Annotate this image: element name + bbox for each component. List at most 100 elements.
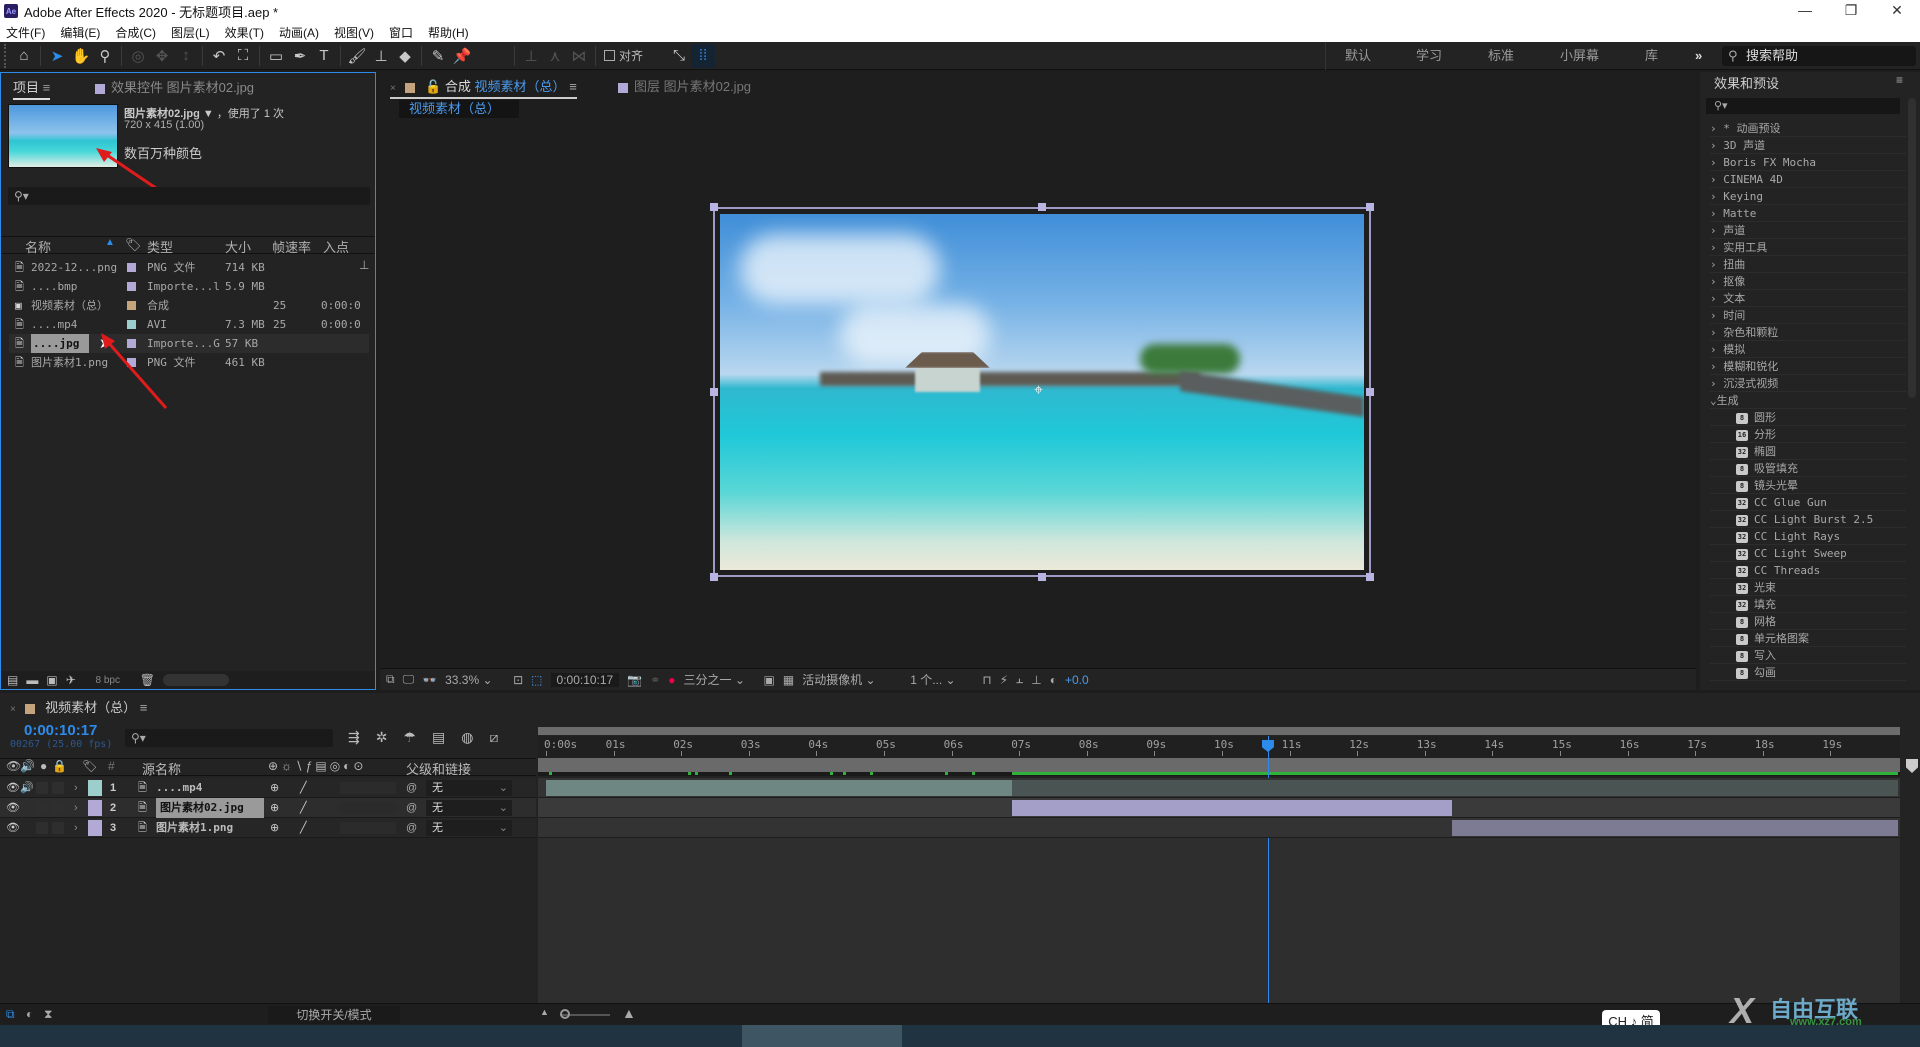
workspace-default[interactable]: 默认 <box>1345 42 1371 70</box>
label-column-icon[interactable]: 🏷 <box>125 237 142 253</box>
effect-item[interactable]: 8 网格 <box>1710 613 1906 630</box>
effects-category-expanded[interactable]: ⌄生成 <box>1710 392 1906 409</box>
label-swatch[interactable] <box>127 301 136 310</box>
tab-layer[interactable]: 图层 图片素材02.jpg <box>618 76 751 95</box>
effect-item[interactable]: 16 分形 <box>1710 426 1906 443</box>
channel-icon[interactable]: ● <box>668 673 675 687</box>
minimize-icon[interactable]: — <box>1782 0 1828 22</box>
hand-tool-icon[interactable]: ✋ <box>69 44 93 68</box>
layer-switches[interactable] <box>340 822 396 834</box>
effects-category[interactable]: › 实用工具 <box>1710 239 1906 256</box>
video-toggle-icon[interactable]: 👁 <box>6 759 21 773</box>
panel-menu-icon[interactable]: ≡ <box>43 80 51 95</box>
layer-label-swatch[interactable] <box>88 820 102 836</box>
work-area-bar[interactable] <box>538 758 1900 772</box>
layer-switches-toggle-icon[interactable]: ⧉ <box>6 1007 15 1022</box>
views-dropdown[interactable]: 1 个... ⌄ <box>910 671 974 688</box>
menu-view[interactable]: 视图(V) <box>334 24 374 41</box>
work-area-navigator[interactable] <box>538 727 1900 735</box>
parent-dropdown[interactable]: 无 ⌄ <box>426 780 512 796</box>
effect-item[interactable]: 8 圆形 <box>1710 409 1906 426</box>
effect-item[interactable]: 8 写入 <box>1710 647 1906 664</box>
taskbar-item[interactable] <box>742 1025 902 1047</box>
shy-layers-icon[interactable]: ☂ <box>403 729 416 746</box>
view-axis-icon[interactable]: ⋈ <box>567 44 591 68</box>
layer-label-swatch[interactable] <box>88 780 102 796</box>
fast-preview-icon[interactable]: ▣ <box>764 673 775 687</box>
layer-name[interactable]: 图片素材02.jpg <box>156 798 264 818</box>
effect-item[interactable]: 32 填充 <box>1710 596 1906 613</box>
effect-item[interactable]: 32 CC Threads <box>1710 562 1906 579</box>
draft-3d-icon[interactable]: ✲ <box>376 729 388 746</box>
transform-handle[interactable] <box>1366 388 1374 396</box>
shy-switch-icon[interactable]: ⊕ <box>270 778 279 798</box>
dolly-camera-icon[interactable]: ↕ <box>174 44 198 68</box>
project-item[interactable]: ▣ 视频素材（总） 合成 25 0:00:0 <box>9 296 369 315</box>
project-item[interactable]: 🗎 ....bmp Importe...l 5.9 MB <box>9 277 369 296</box>
menu-layer[interactable]: 图层(L) <box>171 24 210 41</box>
exposure-value[interactable]: +0.0 <box>1065 673 1089 687</box>
layer-switches[interactable] <box>340 802 396 814</box>
sort-ascending-icon[interactable]: ▲ <box>105 237 115 248</box>
tab-project[interactable]: 项目 ≡ <box>13 77 51 100</box>
rotate-tool-icon[interactable]: ↶ <box>207 44 231 68</box>
transform-handle[interactable] <box>1366 203 1374 211</box>
panel-menu-icon[interactable]: ≡ <box>569 79 577 94</box>
flowchart-icon[interactable]: ⊥ <box>1031 673 1041 687</box>
motion-blur-icon[interactable]: ◍ <box>461 729 473 746</box>
effect-item[interactable]: 8 单元格图案 <box>1710 630 1906 647</box>
effect-item[interactable]: 32 光束 <box>1710 579 1906 596</box>
zoom-out-icon[interactable]: ▲ <box>540 1007 549 1017</box>
project-item[interactable]: 🗎 ....jpg Importe...G 57 KB <box>9 334 369 353</box>
toggle-pixel-aspect-icon[interactable]: ⊓ <box>982 673 991 687</box>
delete-icon[interactable]: 🗑 <box>140 673 155 687</box>
workspace-standard[interactable]: 标准 <box>1488 42 1514 70</box>
interpret-footage-icon[interactable]: ▤ <box>7 673 18 687</box>
zoom-slider-thumb[interactable] <box>560 1009 570 1019</box>
zoom-dropdown[interactable]: 33.3% ⌄ <box>445 673 505 687</box>
col-type[interactable]: 类型 <box>147 237 173 256</box>
effect-item[interactable]: 32 CC Light Rays <box>1710 528 1906 545</box>
effect-item[interactable]: 8 吸管填充 <box>1710 460 1906 477</box>
effect-item[interactable]: 32 CC Glue Gun <box>1710 494 1906 511</box>
zoom-in-icon[interactable]: ▲ <box>622 1005 636 1021</box>
anchor-point-tool-icon[interactable]: ⛶ <box>231 44 255 68</box>
pan-camera-icon[interactable]: ✥ <box>150 44 174 68</box>
panel-menu-icon[interactable]: ≡ <box>1896 73 1903 87</box>
layer-row[interactable]: 👁 › 2 🗎 图片素材02.jpg ⊕ ╱ @ 无 ⌄ <box>0 798 536 818</box>
clone-stamp-tool-icon[interactable]: ⊥ <box>369 44 393 68</box>
expand-chevron-icon[interactable]: › <box>74 818 78 838</box>
solo-toggle[interactable] <box>36 802 48 814</box>
eraser-tool-icon[interactable]: ◆ <box>393 44 417 68</box>
workspace-small-screen[interactable]: 小屏幕 <box>1560 42 1599 70</box>
time-ruler[interactable]: 0:00s 01s 02s 03s 04s 05s 06s 07s 08s 09s 10s 11s 12… <box>538 736 1900 758</box>
zoom-tool-icon[interactable]: ⚲ <box>93 44 117 68</box>
effect-item[interactable]: 32 CC Light Burst 2.5 <box>1710 511 1906 528</box>
effects-category[interactable]: › Boris FX Mocha <box>1710 154 1906 171</box>
transform-handle[interactable] <box>710 203 718 211</box>
toggle-switches-modes-button[interactable]: 切换开关/模式 <box>268 1006 400 1024</box>
selection-tool-icon[interactable]: ➤ <box>45 44 69 68</box>
project-item[interactable]: 🗎 图片素材1.png PNG 文件 461 KB <box>9 353 369 372</box>
effects-category[interactable]: › 杂色和颗粒 <box>1710 324 1906 341</box>
workspace-learn[interactable]: 学习 <box>1416 42 1442 70</box>
reset-exposure-icon[interactable]: ◐ <box>1050 673 1057 687</box>
rectangle-tool-icon[interactable]: ▭ <box>264 44 288 68</box>
always-preview-icon[interactable]: ⧉ <box>386 672 395 687</box>
expand-chevron-icon[interactable]: › <box>74 798 78 818</box>
lock-toggle[interactable] <box>52 802 64 814</box>
monitor-icon[interactable]: 🖵 <box>403 672 415 687</box>
effects-category[interactable]: › 沉浸式视频 <box>1710 375 1906 392</box>
transform-handle[interactable] <box>710 573 718 581</box>
pick-whip-icon[interactable]: @ <box>406 798 417 818</box>
effects-category[interactable]: › CINEMA 4D <box>1710 171 1906 188</box>
video-visibility-icon[interactable]: 👁 <box>6 778 20 798</box>
col-size[interactable]: 大小 <box>225 237 251 256</box>
orbit-camera-icon[interactable]: ◎ <box>126 44 150 68</box>
video-visibility-icon[interactable]: 👁 <box>6 818 20 838</box>
brush-tool-icon[interactable]: 🖌 <box>345 44 369 68</box>
current-time-display[interactable]: 0:00:10:17 <box>550 672 620 687</box>
snap-options-icon[interactable]: ⤡ <box>667 44 691 68</box>
video-visibility-icon[interactable]: 👁 <box>6 798 20 818</box>
usage-dropdown-icon[interactable]: ▼ <box>203 108 214 120</box>
